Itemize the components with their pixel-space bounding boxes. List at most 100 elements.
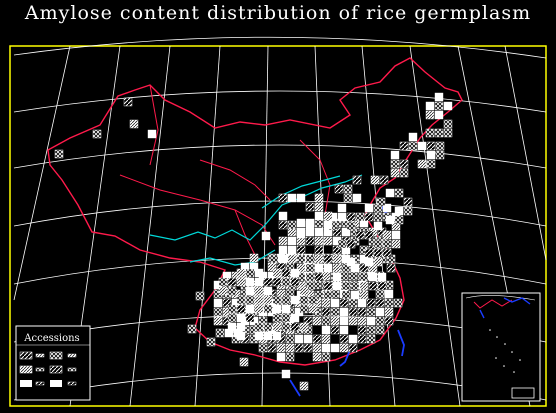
- accession-cell: [296, 245, 306, 255]
- accession-cell: [390, 150, 400, 160]
- accession-cell: [323, 220, 333, 230]
- accession-cell: [434, 101, 444, 111]
- accession-cell: [434, 128, 444, 138]
- accession-cell: [287, 254, 297, 264]
- accession-cell: [408, 132, 418, 142]
- accession-cell: [236, 268, 246, 278]
- accession-cell: [375, 316, 385, 326]
- accession-cell: [263, 286, 273, 296]
- accession-cell: [323, 254, 333, 264]
- accession-cell: [425, 128, 435, 138]
- accession-cell: [384, 280, 394, 290]
- accession-cell: [346, 212, 356, 222]
- accession-cell: [213, 298, 223, 308]
- accession-cell: [195, 291, 205, 301]
- accession-cell: [337, 239, 347, 249]
- accession-cell: [213, 316, 223, 326]
- accession-cell: [305, 254, 315, 264]
- accession-cell: [272, 322, 282, 332]
- accession-cell: [332, 254, 342, 264]
- accession-cell: [245, 286, 255, 296]
- accession-cell: [375, 298, 385, 308]
- inset-map: [461, 292, 541, 402]
- accession-cell: [375, 307, 385, 317]
- legend-swatch: [50, 380, 62, 387]
- accession-cell: [434, 92, 444, 102]
- legend-swatch: [49, 365, 63, 374]
- accession-cell: [323, 290, 333, 300]
- accession-cell: [314, 227, 324, 237]
- accession-cell: [303, 334, 313, 344]
- accession-cell: [305, 272, 315, 282]
- accession-cell: [399, 141, 409, 151]
- legend-swatch: [49, 351, 63, 360]
- accession-cell: [394, 206, 404, 216]
- accession-cell: [272, 277, 282, 287]
- accession-cell: [384, 289, 394, 299]
- accession-cell: [314, 236, 324, 246]
- accession-cell: [366, 325, 376, 335]
- legend: Accessions: [15, 325, 91, 401]
- accession-cell: [425, 110, 435, 120]
- accession-cell: [435, 141, 445, 151]
- accession-cell: [281, 369, 291, 379]
- accession-cell: [339, 334, 349, 344]
- accession-cell: [312, 334, 322, 344]
- accession-cell: [377, 281, 387, 291]
- accession-cell: [373, 239, 383, 249]
- accession-cell: [321, 343, 331, 353]
- accession-cell: [227, 313, 237, 323]
- accession-cell: [287, 236, 297, 246]
- accession-cell: [385, 188, 395, 198]
- accession-cell: [129, 119, 139, 129]
- accession-cell: [330, 316, 340, 326]
- accession-cell: [339, 343, 349, 353]
- accession-cell: [314, 272, 324, 282]
- accession-cell: [426, 150, 436, 160]
- accession-cell: [321, 271, 331, 281]
- accession-cell: [314, 202, 324, 212]
- accession-cell: [239, 357, 249, 367]
- accession-cells: [54, 92, 453, 391]
- accession-cell: [285, 352, 295, 362]
- accession-cell: [346, 221, 356, 231]
- accession-cell: [386, 263, 396, 273]
- accession-cell: [382, 248, 392, 258]
- legend-swatch: [20, 380, 32, 387]
- accession-cell: [355, 230, 365, 240]
- accession-cell: [348, 307, 358, 317]
- accession-cell: [299, 304, 309, 314]
- accession-cell: [254, 295, 264, 305]
- accession-cell: [337, 203, 347, 213]
- accession-cell: [321, 316, 331, 326]
- accession-cell: [267, 343, 277, 353]
- accession-cell: [435, 150, 445, 160]
- accession-cell: [263, 295, 273, 305]
- accession-cell: [364, 212, 374, 222]
- accession-cell: [443, 119, 453, 129]
- accession-cell: [403, 206, 413, 216]
- accession-cell: [312, 343, 322, 353]
- accession-cell: [403, 197, 413, 207]
- accession-cell: [385, 215, 395, 225]
- accession-cell: [215, 328, 225, 338]
- accession-cell: [343, 184, 353, 194]
- accession-cell: [332, 281, 342, 291]
- accession-cell: [357, 334, 367, 344]
- accession-cell: [366, 316, 376, 326]
- accession-cell: [370, 175, 380, 185]
- accession-cell: [236, 313, 246, 323]
- accession-cell: [364, 230, 374, 240]
- accession-cell: [368, 272, 378, 282]
- accession-cell: [390, 159, 400, 169]
- accession-cell: [305, 202, 315, 212]
- accession-cell: [366, 298, 376, 308]
- accession-cell: [299, 286, 309, 296]
- accession-cell: [278, 193, 288, 203]
- accession-cell: [373, 248, 383, 258]
- accession-cell: [339, 298, 349, 308]
- accession-cell: [290, 268, 300, 278]
- accession-cell: [278, 254, 288, 264]
- accession-cell: [314, 263, 324, 273]
- accession-cell: [330, 343, 340, 353]
